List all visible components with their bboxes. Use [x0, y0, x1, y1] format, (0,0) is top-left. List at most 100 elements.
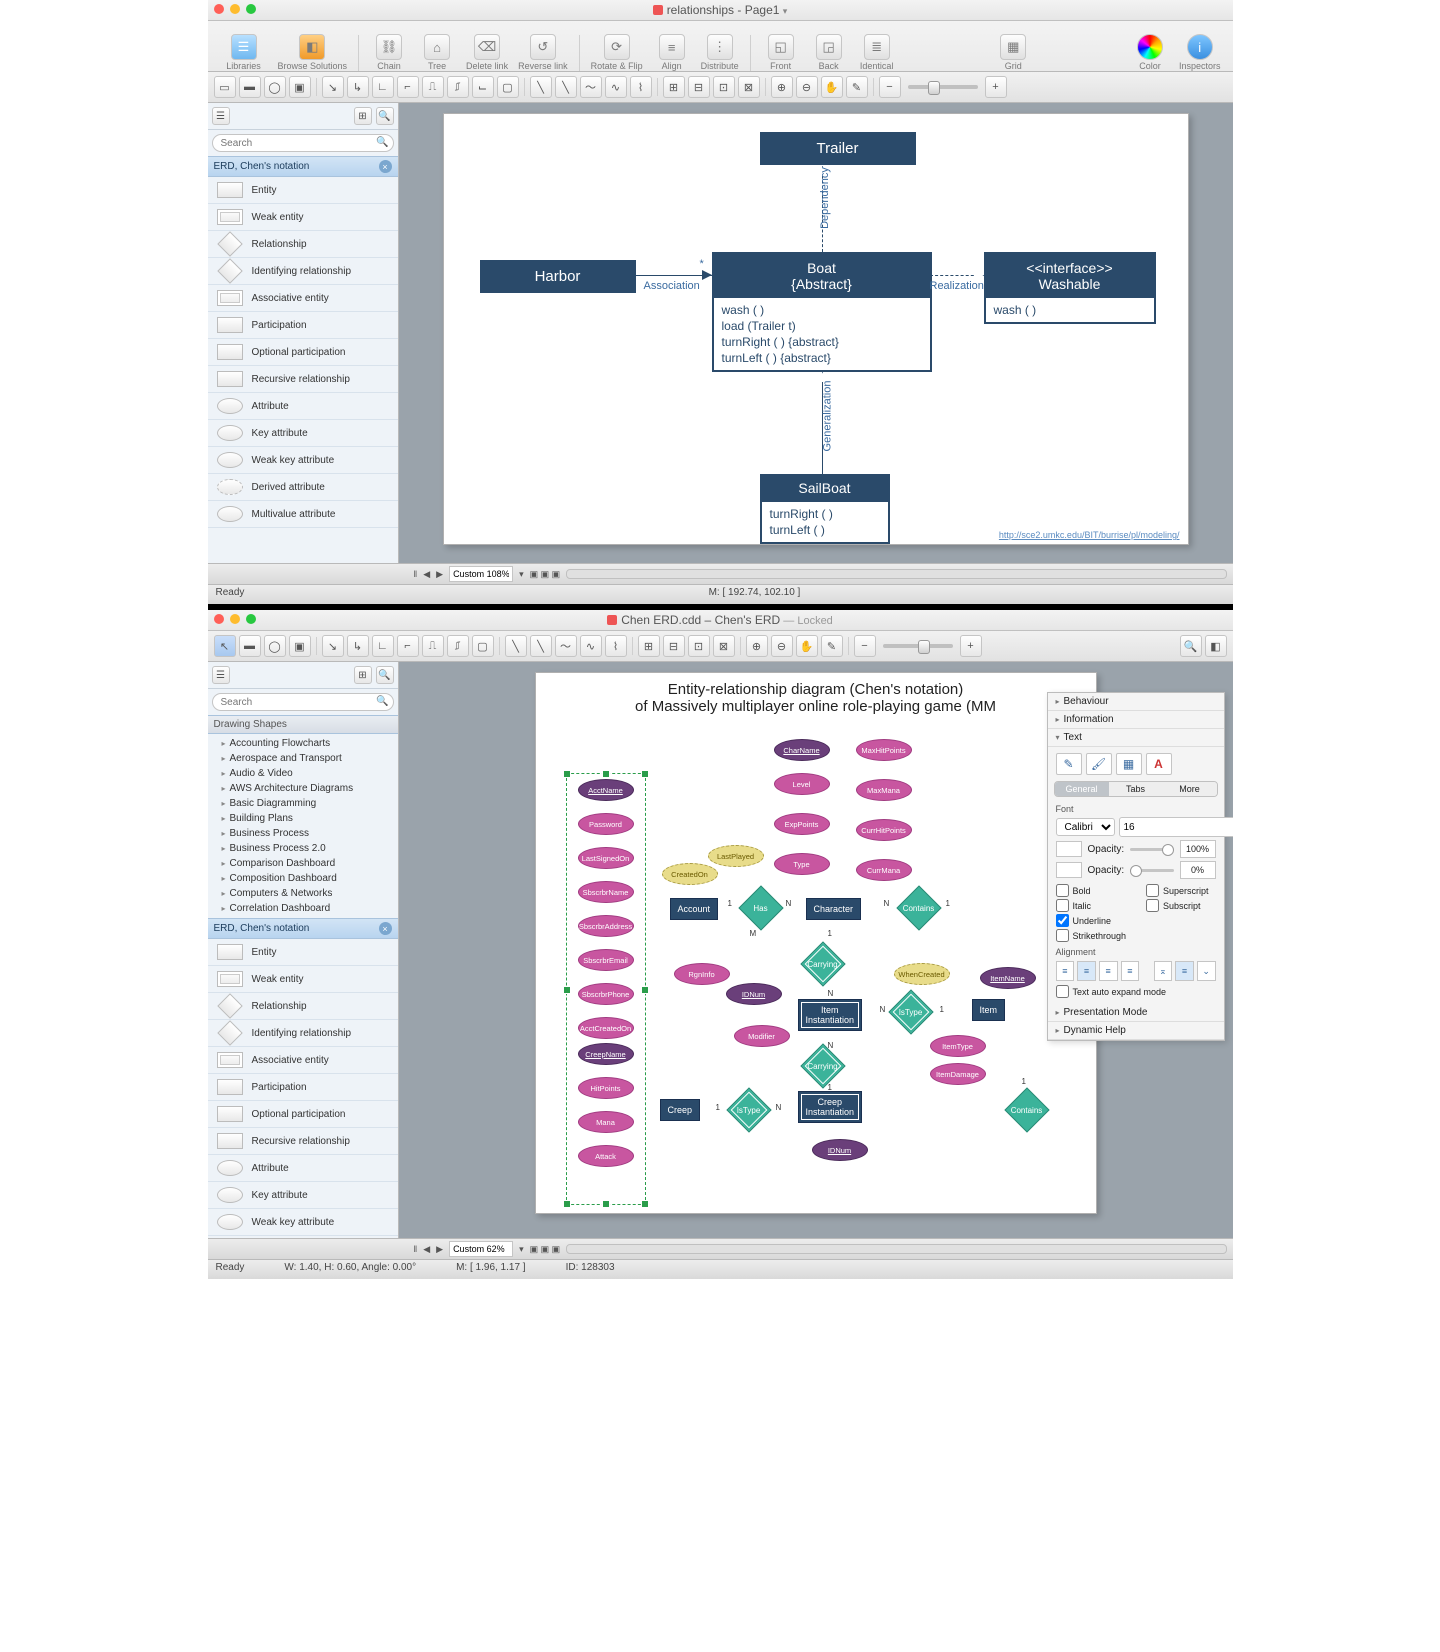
tool-zoom-in[interactable]: ⊕: [771, 76, 793, 98]
ribbon-color[interactable]: Color: [1129, 34, 1171, 71]
font-select[interactable]: Calibri: [1056, 818, 1115, 836]
zoom-minus-2[interactable]: −: [854, 635, 876, 657]
tab-tabs[interactable]: Tabs: [1109, 782, 1163, 796]
attr-charname[interactable]: CharName: [774, 739, 830, 761]
stencil-header[interactable]: ERD, Chen's notation ×: [208, 156, 398, 177]
chk-strike[interactable]: Strikethrough: [1056, 929, 1127, 942]
tool-l1[interactable]: ╲: [505, 635, 527, 657]
tool-zone-2[interactable]: ⊟: [688, 76, 710, 98]
insp-presentation[interactable]: Presentation Mode: [1048, 1004, 1224, 1022]
tool-inspector-toggle[interactable]: ◧: [1205, 635, 1227, 657]
font-size-input[interactable]: [1119, 817, 1233, 837]
ribbon-inspectors[interactable]: iInspectors: [1177, 34, 1223, 71]
tool-conn-1[interactable]: ↘: [322, 76, 344, 98]
attr-createdon[interactable]: CreatedOn: [662, 863, 718, 885]
stencil-item[interactable]: Recursive relationship: [208, 366, 398, 393]
align-left[interactable]: ≡: [1056, 961, 1075, 981]
stencil-item[interactable]: Optional participation: [208, 1101, 398, 1128]
zoom-minus[interactable]: −: [879, 76, 901, 98]
hscroll-1[interactable]: [566, 569, 1226, 579]
ribbon-back[interactable]: ◲Back: [808, 34, 850, 71]
tool-line-2[interactable]: ╲: [555, 76, 577, 98]
library-tree-item[interactable]: Comparison Dashboard: [208, 856, 398, 871]
library-tree-item[interactable]: Audio & Video: [208, 766, 398, 781]
attr-lastplayed[interactable]: LastPlayed: [708, 845, 764, 867]
attr-maxmana[interactable]: MaxMana: [856, 779, 912, 801]
stencil-item[interactable]: Identifying relationship: [208, 258, 398, 285]
chk-underline[interactable]: Underline: [1056, 914, 1127, 927]
tool-zone-1[interactable]: ⊞: [663, 76, 685, 98]
attr-creepname[interactable]: CreepName: [578, 1043, 634, 1065]
tool-line-3[interactable]: 〜: [580, 76, 602, 98]
uml-sailboat[interactable]: SailBoat turnRight ( ) turnLeft ( ): [760, 474, 890, 544]
stencil-item[interactable]: Weak key attribute: [208, 447, 398, 474]
opacity-val-2[interactable]: 0%: [1180, 861, 1216, 879]
ribbon-chain[interactable]: ⛓Chain: [368, 34, 410, 71]
attr-level[interactable]: Level: [774, 773, 830, 795]
page-1[interactable]: Trailer Harbor Boat{Abstract} wash ( ) l…: [443, 113, 1189, 545]
attr-attack[interactable]: Attack: [578, 1145, 634, 1167]
ent-creep-inst[interactable]: Creep Instantiation: [798, 1091, 863, 1123]
tool-line-1[interactable]: ╲: [530, 76, 552, 98]
tool-ellipse[interactable]: ◯: [264, 635, 286, 657]
ribbon-distribute[interactable]: ⋮Distribute: [699, 34, 741, 71]
zoom-button[interactable]: [246, 614, 256, 624]
attr-acctcreatedon[interactable]: AcctCreatedOn: [578, 1017, 634, 1039]
opacity-slider-1[interactable]: [1130, 848, 1173, 851]
stencil-item[interactable]: Attribute: [208, 1155, 398, 1182]
tool-zoom-out[interactable]: ⊖: [796, 76, 818, 98]
attr-acctname[interactable]: AcctName: [578, 779, 634, 801]
tool-block[interactable]: ▣: [289, 635, 311, 657]
chk-super[interactable]: Superscript: [1146, 884, 1209, 897]
ribbon-identical[interactable]: ≣Identical: [856, 34, 898, 71]
chk-italic[interactable]: Italic: [1056, 899, 1127, 912]
uml-boat[interactable]: Boat{Abstract} wash ( ) load (Trailer t)…: [712, 252, 932, 372]
library-tree-item[interactable]: Business Process: [208, 826, 398, 841]
library-tree-item[interactable]: Building Plans: [208, 811, 398, 826]
tool-z3[interactable]: ⊡: [688, 635, 710, 657]
attr-mana[interactable]: Mana: [578, 1111, 634, 1133]
stencil-item[interactable]: Derived attribute: [208, 474, 398, 501]
ribbon-front[interactable]: ◱Front: [760, 34, 802, 71]
stencil-item[interactable]: Multivalue attribute: [208, 501, 398, 528]
tool-c5[interactable]: ⎍: [422, 635, 444, 657]
panel-tree-icon[interactable]: ☰: [212, 666, 230, 684]
ribbon-align[interactable]: ≡Align: [651, 34, 693, 71]
ribbon-tree[interactable]: ⌂Tree: [416, 34, 458, 71]
tool-l4[interactable]: ∿: [580, 635, 602, 657]
ribbon-browse-solutions[interactable]: ◧Browse Solutions: [276, 34, 350, 71]
attr-maxhitpoints[interactable]: MaxHitPoints: [856, 739, 912, 761]
stencil-item[interactable]: Participation: [208, 1074, 398, 1101]
library-tree-item[interactable]: Basic Diagramming: [208, 796, 398, 811]
ribbon-grid[interactable]: ▦Grid: [992, 34, 1034, 71]
attr-sbscrbrname[interactable]: SbscrbrName: [578, 881, 634, 903]
ribbon-libraries[interactable]: ☰Libraries: [218, 34, 270, 71]
tool-line-5[interactable]: ⌇: [630, 76, 652, 98]
color-swatch-1[interactable]: [1056, 841, 1082, 857]
valign-bot[interactable]: ⌄: [1197, 961, 1216, 981]
tool-l5[interactable]: ⌇: [605, 635, 627, 657]
uml-harbor[interactable]: Harbor: [480, 260, 636, 293]
tool-c2[interactable]: ↳: [347, 635, 369, 657]
zoom-plus-2[interactable]: +: [960, 635, 982, 657]
stencil-item[interactable]: Optional participation: [208, 339, 398, 366]
panel-tree-icon[interactable]: ☰: [212, 107, 230, 125]
library-tree-item[interactable]: AWS Architecture Diagrams: [208, 781, 398, 796]
tool-pointer[interactable]: ↖: [214, 635, 236, 657]
attr-itemname[interactable]: ItemName: [980, 967, 1036, 989]
stencil-item[interactable]: Relationship: [208, 993, 398, 1020]
panel-grid-icon[interactable]: ⊞: [354, 666, 372, 684]
search-input[interactable]: [212, 134, 394, 152]
fmt-text-icon[interactable]: A: [1146, 753, 1172, 775]
stencil-item[interactable]: Recursive relationship: [208, 1128, 398, 1155]
tool-ellipse[interactable]: ◯: [264, 76, 286, 98]
tool-rect[interactable]: ▬: [239, 76, 261, 98]
panel-grid-icon[interactable]: ⊞: [354, 107, 372, 125]
tool-conn-8[interactable]: ▢: [497, 76, 519, 98]
tool-conn-6[interactable]: ⎎: [447, 76, 469, 98]
stencil-item[interactable]: Identifying relationship: [208, 1020, 398, 1047]
tool-c1[interactable]: ↘: [322, 635, 344, 657]
tool-inspector-search[interactable]: 🔍: [1180, 635, 1202, 657]
stencil-item[interactable]: Weak entity: [208, 204, 398, 231]
attr-modifier[interactable]: Modifier: [734, 1025, 790, 1047]
